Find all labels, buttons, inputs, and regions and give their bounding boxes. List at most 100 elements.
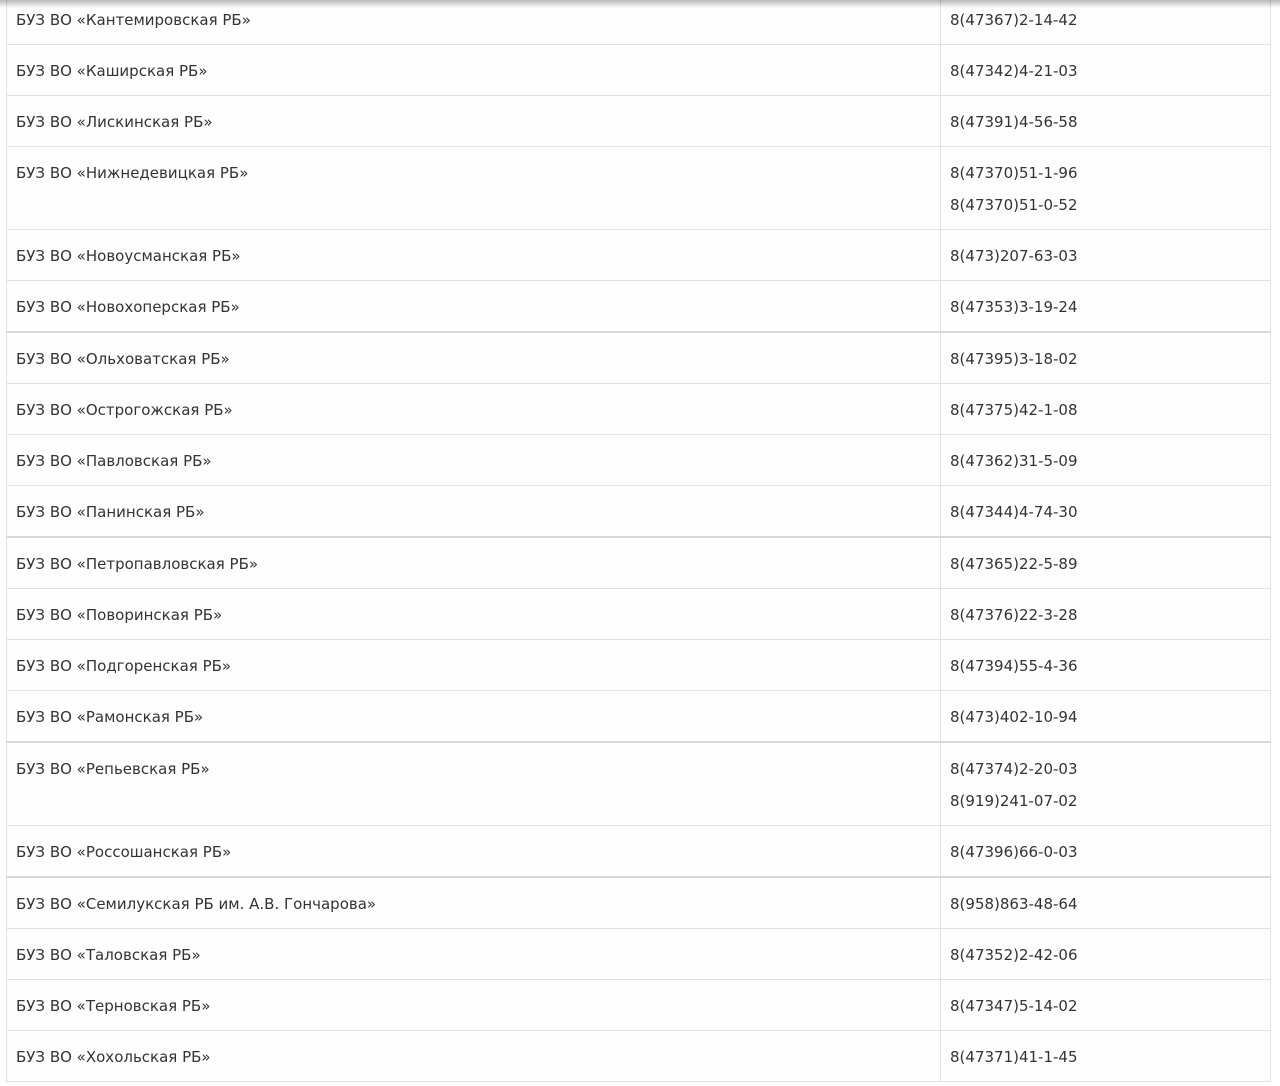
phone-number: 8(47370)51-1-96 <box>950 164 1078 182</box>
hospital-name: БУЗ ВО «Павловская РБ» <box>16 452 212 470</box>
hospital-name-cell: БУЗ ВО «Петропавловская РБ» <box>6 536 941 589</box>
hospital-name: БУЗ ВО «Лискинская РБ» <box>16 113 213 131</box>
table-row: БУЗ ВО «Репьевская РБ» 8(47374)2-20-03 8(9… <box>6 741 1271 826</box>
hospitals-table: БУЗ ВО «Кантемировская РБ» 8(47367)2-14-4… <box>6 0 1271 1082</box>
phone-cell: 8(47391)4-56-58 <box>940 95 1271 147</box>
hospital-name-cell: БУЗ ВО «Павловская РБ» <box>6 434 941 486</box>
hospital-name: БУЗ ВО «Панинская РБ» <box>16 503 205 521</box>
table-row: БУЗ ВО «Таловская РБ» 8(47352)2-42-06 <box>6 928 1271 980</box>
hospital-name: БУЗ ВО «Подгоренская РБ» <box>16 657 232 675</box>
phone-cell: 8(473)402-10-94 <box>940 690 1271 743</box>
phone-cell: 8(47371)41-1-45 <box>940 1030 1271 1082</box>
phone-cell: 8(47376)22-3-28 <box>940 588 1271 640</box>
table-row: БУЗ ВО «Нижнедевицкая РБ» 8(47370)51-1-96… <box>6 146 1271 230</box>
phone-cell: 8(47353)3-19-24 <box>940 280 1271 333</box>
phone-number: 8(47371)41-1-45 <box>950 1048 1078 1066</box>
table-row: БУЗ ВО «Кантемировская РБ» 8(47367)2-14-4… <box>6 0 1271 45</box>
phone-cell: 8(47370)51-1-96 8(47370)51-0-52 <box>940 146 1271 230</box>
hospital-name: БУЗ ВО «Поворинская РБ» <box>16 606 223 624</box>
table-row: БУЗ ВО «Новоусманская РБ» 8(473)207-63-03 <box>6 229 1271 281</box>
phone-number: 8(47376)22-3-28 <box>950 606 1078 624</box>
hospital-name-cell: БУЗ ВО «Нижнедевицкая РБ» <box>6 146 941 230</box>
hospitals-table-body: БУЗ ВО «Кантемировская РБ» 8(47367)2-14-4… <box>6 0 1271 1082</box>
table-row: БУЗ ВО «Россошанская РБ» 8(47396)66-0-03 <box>6 825 1271 878</box>
hospital-name-cell: БУЗ ВО «Новоусманская РБ» <box>6 229 941 281</box>
phone-cell: 8(47375)42-1-08 <box>940 383 1271 435</box>
hospital-name: БУЗ ВО «Новоусманская РБ» <box>16 247 241 265</box>
hospital-name-cell: БУЗ ВО «Семилукская РБ им. А.В. Гончаров… <box>6 876 941 929</box>
hospital-name-cell: БУЗ ВО «Новохоперская РБ» <box>6 280 941 333</box>
hospitals-table-container: БУЗ ВО «Кантемировская РБ» 8(47367)2-14-4… <box>6 0 1271 1082</box>
phone-number: 8(47342)4-21-03 <box>950 62 1078 80</box>
phone-number: 8(47396)66-0-03 <box>950 843 1078 861</box>
hospital-name: БУЗ ВО «Семилукская РБ им. А.В. Гончаров… <box>16 895 377 913</box>
phone-number: 8(47362)31-5-09 <box>950 452 1078 470</box>
phone-cell: 8(47365)22-5-89 <box>940 536 1271 589</box>
hospital-name: БУЗ ВО «Новохоперская РБ» <box>16 298 240 316</box>
hospital-name-cell: БУЗ ВО «Кантемировская РБ» <box>6 0 941 45</box>
phone-number: 8(47370)51-0-52 <box>950 196 1078 214</box>
phone-cell: 8(473)207-63-03 <box>940 229 1271 281</box>
hospital-name: БУЗ ВО «Острогожская РБ» <box>16 401 233 419</box>
phone-number: 8(47353)3-19-24 <box>950 298 1078 316</box>
phone-number: 8(47394)55-4-36 <box>950 657 1078 675</box>
hospital-name-cell: БУЗ ВО «Хохольская РБ» <box>6 1030 941 1082</box>
phone-number: 8(47367)2-14-42 <box>950 11 1078 29</box>
table-row: БУЗ ВО «Рамонская РБ» 8(473)402-10-94 <box>6 690 1271 743</box>
table-row: БУЗ ВО «Семилукская РБ им. А.В. Гончаров… <box>6 876 1271 929</box>
hospital-name: БУЗ ВО «Нижнедевицкая РБ» <box>16 164 249 182</box>
hospital-name: БУЗ ВО «Репьевская РБ» <box>16 760 210 778</box>
phone-number: 8(473)402-10-94 <box>950 708 1078 726</box>
phone-number: 8(958)863-48-64 <box>950 895 1078 913</box>
table-row: БУЗ ВО «Каширская РБ» 8(47342)4-21-03 <box>6 44 1271 96</box>
table-row: БУЗ ВО «Ольховатская РБ» 8(47395)3-18-02 <box>6 331 1271 384</box>
phone-number: 8(47395)3-18-02 <box>950 350 1078 368</box>
phone-cell: 8(47352)2-42-06 <box>940 928 1271 980</box>
hospital-name-cell: БУЗ ВО «Панинская РБ» <box>6 485 941 538</box>
phone-cell: 8(47344)4-74-30 <box>940 485 1271 538</box>
phone-cell: 8(47347)5-14-02 <box>940 979 1271 1031</box>
phone-cell: 8(47367)2-14-42 <box>940 0 1271 45</box>
phone-number: 8(47391)4-56-58 <box>950 113 1078 131</box>
hospital-name: БУЗ ВО «Ольховатская РБ» <box>16 350 230 368</box>
phone-cell: 8(47342)4-21-03 <box>940 44 1271 96</box>
phone-cell: 8(47394)55-4-36 <box>940 639 1271 691</box>
table-row: БУЗ ВО «Петропавловская РБ» 8(47365)22-5-… <box>6 536 1271 589</box>
phone-cell: 8(47374)2-20-03 8(919)241-07-02 <box>940 741 1271 826</box>
hospital-name: БУЗ ВО «Хохольская РБ» <box>16 1048 211 1066</box>
table-row: БУЗ ВО «Новохоперская РБ» 8(47353)3-19-24 <box>6 280 1271 333</box>
phone-number: 8(919)241-07-02 <box>950 792 1078 810</box>
hospital-name-cell: БУЗ ВО «Репьевская РБ» <box>6 741 941 826</box>
table-row: БУЗ ВО «Острогожская РБ» 8(47375)42-1-08 <box>6 383 1271 435</box>
table-row: БУЗ ВО «Панинская РБ» 8(47344)4-74-30 <box>6 485 1271 538</box>
phone-number: 8(47347)5-14-02 <box>950 997 1078 1015</box>
hospital-name-cell: БУЗ ВО «Россошанская РБ» <box>6 825 941 878</box>
hospital-name-cell: БУЗ ВО «Острогожская РБ» <box>6 383 941 435</box>
hospital-name-cell: БУЗ ВО «Ольховатская РБ» <box>6 331 941 384</box>
hospital-name: БУЗ ВО «Терновская РБ» <box>16 997 211 1015</box>
phone-number: 8(47365)22-5-89 <box>950 555 1078 573</box>
hospital-name-cell: БУЗ ВО «Терновская РБ» <box>6 979 941 1031</box>
hospital-name: БУЗ ВО «Каширская РБ» <box>16 62 208 80</box>
phone-number: 8(47374)2-20-03 <box>950 760 1078 778</box>
hospital-name: БУЗ ВО «Россошанская РБ» <box>16 843 232 861</box>
table-row: БУЗ ВО «Подгоренская РБ» 8(47394)55-4-36 <box>6 639 1271 691</box>
hospital-name-cell: БУЗ ВО «Каширская РБ» <box>6 44 941 96</box>
phone-number: 8(47375)42-1-08 <box>950 401 1078 419</box>
hospital-name: БУЗ ВО «Кантемировская РБ» <box>16 11 251 29</box>
table-row: БУЗ ВО «Павловская РБ» 8(47362)31-5-09 <box>6 434 1271 486</box>
hospital-name-cell: БУЗ ВО «Таловская РБ» <box>6 928 941 980</box>
phone-cell: 8(47396)66-0-03 <box>940 825 1271 878</box>
phone-number: 8(47352)2-42-06 <box>950 946 1078 964</box>
phone-cell: 8(47395)3-18-02 <box>940 331 1271 384</box>
hospital-name-cell: БУЗ ВО «Лискинская РБ» <box>6 95 941 147</box>
table-row: БУЗ ВО «Терновская РБ» 8(47347)5-14-02 <box>6 979 1271 1031</box>
table-row: БУЗ ВО «Хохольская РБ» 8(47371)41-1-45 <box>6 1030 1271 1082</box>
hospital-name: БУЗ ВО «Таловская РБ» <box>16 946 201 964</box>
hospital-name-cell: БУЗ ВО «Подгоренская РБ» <box>6 639 941 691</box>
table-row: БУЗ ВО «Лискинская РБ» 8(47391)4-56-58 <box>6 95 1271 147</box>
phone-cell: 8(47362)31-5-09 <box>940 434 1271 486</box>
phone-number: 8(47344)4-74-30 <box>950 503 1078 521</box>
phone-number: 8(473)207-63-03 <box>950 247 1078 265</box>
table-row: БУЗ ВО «Поворинская РБ» 8(47376)22-3-28 <box>6 588 1271 640</box>
